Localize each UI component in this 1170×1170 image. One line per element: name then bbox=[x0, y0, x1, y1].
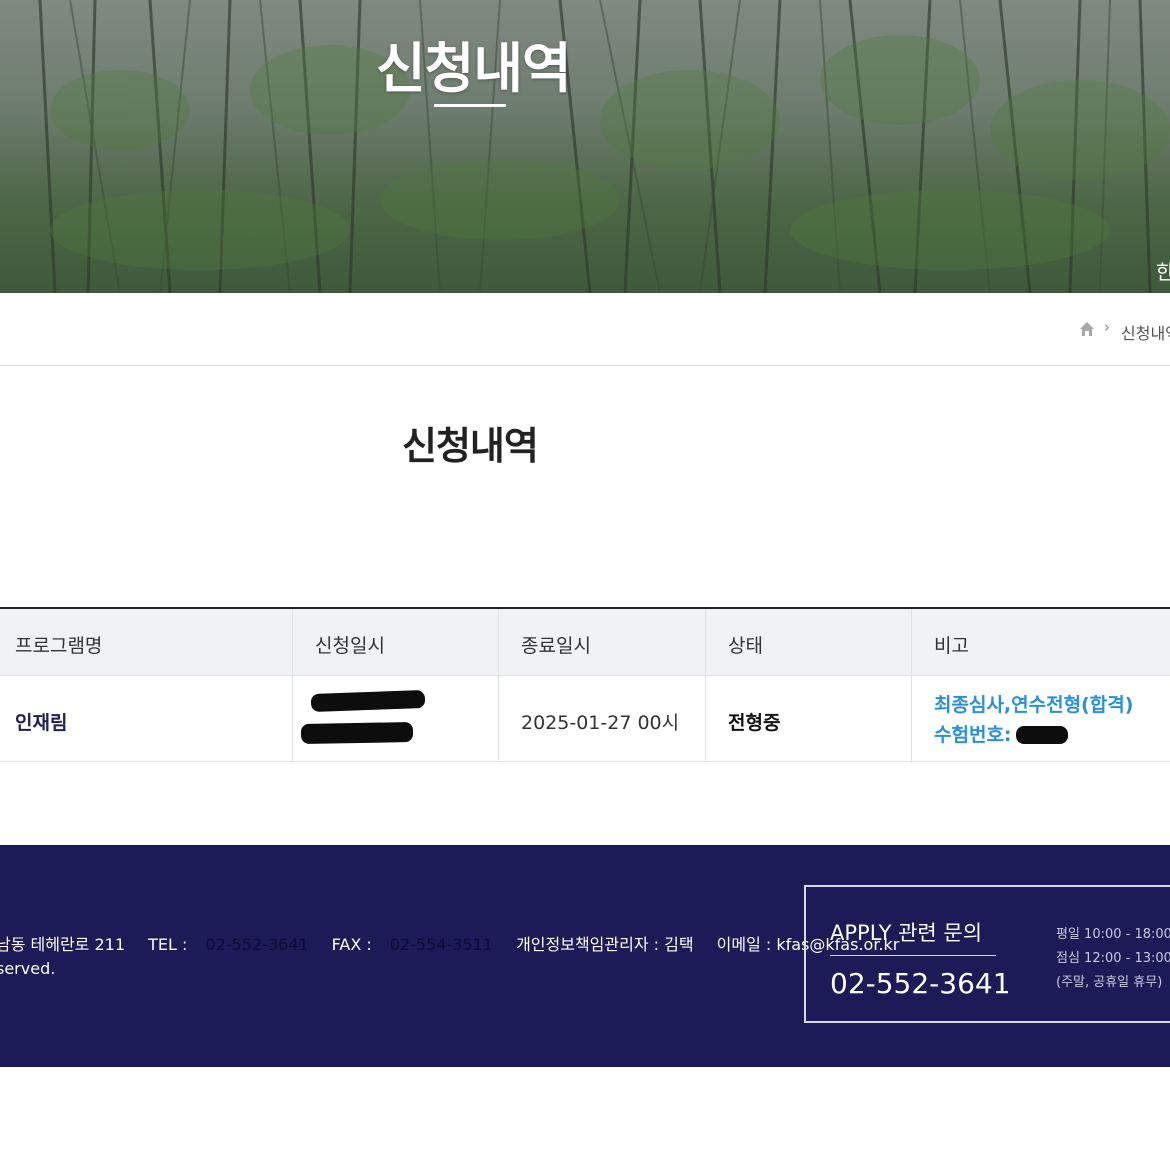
program-name[interactable]: 인재림 bbox=[15, 708, 67, 735]
contact-box: APPLY 관련 문의 02-552-3641 평일 10:00 - 18:00… bbox=[804, 885, 1170, 1023]
row-cell bbox=[292, 676, 498, 761]
header-cell: 종료일시 bbox=[498, 609, 705, 675]
chevron-right-icon: › bbox=[1104, 318, 1110, 336]
breadcrumb: › 신청내역 bbox=[0, 293, 1170, 366]
contact-divider bbox=[830, 955, 996, 956]
breadcrumb-current[interactable]: 신청내역 bbox=[1121, 320, 1170, 344]
page-title: 신청내역 bbox=[402, 424, 539, 468]
redacted-apply-date bbox=[300, 722, 414, 744]
hero-title: 신청내역 bbox=[376, 37, 572, 100]
note-line-result: 최종심사,연수전형(합격) bbox=[934, 694, 1134, 716]
row-cell: 최종심사,연수전형(합격) 수험번호: bbox=[911, 676, 1170, 761]
note-line-exam-number: 수험번호: bbox=[934, 720, 1133, 750]
footer-address: 남동 테헤란로 211 bbox=[0, 935, 126, 954]
redacted-apply-date bbox=[310, 690, 426, 712]
header-apply-date: 신청일시 bbox=[315, 635, 385, 657]
row-cell: 전형중 bbox=[705, 676, 911, 761]
home-icon[interactable] bbox=[1079, 321, 1095, 337]
row-cell: 2025-01-27 00시 bbox=[498, 676, 705, 761]
contact-hours: 평일 10:00 - 18:00 점심 12:00 - 13:00 (주말, 공… bbox=[1056, 923, 1170, 995]
footer-tel-number: 02-552-3641 bbox=[205, 935, 309, 954]
footer-tel-label: TEL : bbox=[148, 935, 188, 954]
exam-number-label: 수험번호: bbox=[934, 724, 1012, 746]
row-cell: 인재림 bbox=[0, 676, 292, 761]
contact-title: APPLY 관련 문의 bbox=[830, 921, 983, 945]
footer: 남동 테헤란로 211 TEL : 02-552-3641 FAX : 02-554… bbox=[0, 845, 1170, 1067]
footer-fax-label: FAX : bbox=[331, 935, 372, 954]
header-cell: 상태 bbox=[705, 609, 911, 675]
forest-background bbox=[38, 0, 1170, 293]
hero-banner: 신청내역 한 bbox=[0, 0, 1170, 293]
header-program: 프로그램명 bbox=[15, 635, 103, 657]
footer-fax-number: 02-554-3511 bbox=[389, 935, 493, 954]
hours-closed: (주말, 공휴일 휴무) bbox=[1056, 975, 1163, 990]
footer-rights: served. bbox=[0, 959, 56, 978]
end-date: 2025-01-27 00시 bbox=[521, 712, 680, 734]
header-status: 상태 bbox=[728, 635, 763, 657]
header-note: 비고 bbox=[934, 635, 969, 657]
hours-lunch: 점심 12:00 - 13:00 bbox=[1056, 951, 1170, 966]
redacted-exam-number bbox=[1015, 726, 1068, 744]
header-cell: 신청일시 bbox=[292, 609, 498, 675]
footer-fax: FAX : 02-554-3511 bbox=[332, 935, 493, 954]
table-row[interactable]: 인재림 2025-01-27 00시 전형중 최종심사,연수전형(합격) 수험번… bbox=[0, 676, 1170, 762]
header-cell: 비고 bbox=[911, 609, 1170, 675]
application-table: 프로그램명 신청일시 종료일시 상태 비고 인재림 2025-01-27 00시… bbox=[0, 607, 1170, 762]
header-cell: 프로그램명 bbox=[0, 609, 292, 675]
table-header-row: 프로그램명 신청일시 종료일시 상태 비고 bbox=[0, 609, 1170, 676]
note-text: 최종심사,연수전형(합격) 수험번호: bbox=[934, 690, 1133, 750]
hero-title-underline bbox=[434, 104, 506, 107]
footer-privacy-officer: 개인정보책임관리자 : 김택 bbox=[516, 935, 694, 954]
contact-phone[interactable]: 02-552-3641 bbox=[830, 967, 1011, 1000]
footer-info: 남동 테헤란로 211 TEL : 02-552-3641 FAX : 02-554… bbox=[0, 931, 917, 955]
status-badge: 전형중 bbox=[728, 712, 781, 734]
hours-weekday: 평일 10:00 - 18:00 bbox=[1056, 927, 1170, 942]
footer-tel: TEL : 02-552-3641 bbox=[148, 935, 308, 954]
header-end-date: 종료일시 bbox=[521, 635, 591, 657]
hero-corner-text: 한 bbox=[1156, 260, 1170, 284]
